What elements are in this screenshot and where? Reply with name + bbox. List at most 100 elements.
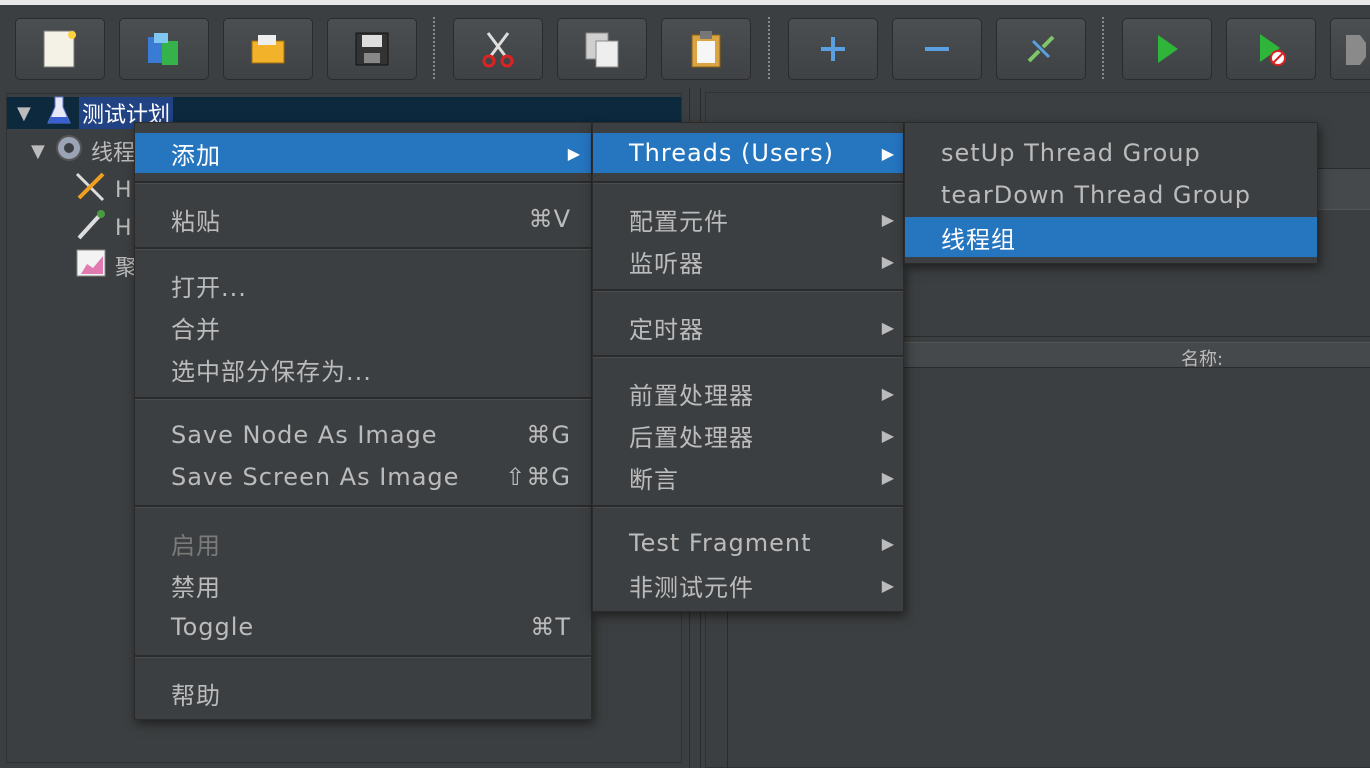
tree-node-label: H xyxy=(115,177,132,203)
menu-item-timer[interactable]: 定时器 ▶ xyxy=(593,307,903,347)
templates-button[interactable] xyxy=(119,18,209,80)
tree-node-label: H xyxy=(115,215,132,241)
menu-item-label: Save Node As Image xyxy=(171,421,438,449)
tree-node-aggregate-report[interactable]: 聚 xyxy=(73,249,137,282)
submenu-arrow-icon: ▶ xyxy=(881,317,895,337)
menu-item-label: 后置处理器 xyxy=(629,423,754,452)
menu-item-disable[interactable]: 禁用 xyxy=(135,565,591,605)
expand-triangle-icon[interactable]: ▼ xyxy=(31,141,53,162)
menu-item-label: 线程组 xyxy=(941,225,1016,254)
menu-item-add[interactable]: 添加 ▶ xyxy=(135,133,591,173)
menu-item-thread-group[interactable]: 线程组 xyxy=(905,217,1317,257)
menu-item-threads[interactable]: Threads (Users) ▶ xyxy=(593,133,903,173)
submenu-arrow-icon: ▶ xyxy=(881,575,895,595)
copy-icon xyxy=(582,29,622,69)
threads-submenu: setUp Thread Group tearDown Thread Group… xyxy=(904,122,1318,264)
stop-icon xyxy=(1336,31,1366,67)
pipette-icon xyxy=(73,208,109,248)
submenu-arrow-icon: ▶ xyxy=(567,143,581,163)
menu-item-help[interactable]: 帮助 xyxy=(135,673,591,713)
paste-icon xyxy=(688,29,724,69)
menu-item-shortcut: ⌘G xyxy=(526,421,571,449)
wrench-icon xyxy=(73,170,109,210)
menu-item-test-fragment[interactable]: Test Fragment ▶ xyxy=(593,523,903,563)
open-button[interactable] xyxy=(223,18,313,80)
menu-item-post-processor[interactable]: 后置处理器 ▶ xyxy=(593,415,903,455)
menu-item-label: setUp Thread Group xyxy=(941,139,1201,167)
menu-item-merge[interactable]: 合并 xyxy=(135,307,591,347)
paste-button[interactable] xyxy=(661,18,751,80)
start-button[interactable] xyxy=(1122,18,1212,80)
toggle-button[interactable] xyxy=(996,18,1086,80)
menu-item-label: 监听器 xyxy=(629,249,704,278)
menu-item-label: 打开... xyxy=(171,273,247,302)
tree-node-thread-group[interactable]: ▼ 线程 xyxy=(31,135,135,167)
menu-item-label: 合并 xyxy=(171,315,221,344)
menu-item-toggle[interactable]: Toggle ⌘T xyxy=(135,607,591,647)
expand-triangle-icon[interactable]: ▼ xyxy=(17,103,39,124)
menu-item-save-selection-as[interactable]: 选中部分保存为... xyxy=(135,349,591,389)
cut-button[interactable] xyxy=(453,18,543,80)
menu-item-label: 选中部分保存为... xyxy=(171,357,372,386)
stop-button[interactable] xyxy=(1330,18,1370,80)
name-bar xyxy=(901,342,1370,368)
menu-item-label: Toggle xyxy=(171,613,255,641)
menu-separator xyxy=(593,289,903,292)
submenu-arrow-icon: ▶ xyxy=(881,251,895,271)
menu-item-open[interactable]: 打开... xyxy=(135,265,591,305)
collapse-all-button[interactable] xyxy=(892,18,982,80)
menu-separator xyxy=(593,355,903,358)
beaker-icon xyxy=(47,95,71,131)
menu-item-non-test-element[interactable]: 非测试元件 ▶ xyxy=(593,565,903,605)
menu-item-enable: 启用 xyxy=(135,523,591,563)
menu-item-label: 帮助 xyxy=(171,681,221,710)
open-icon xyxy=(248,31,288,67)
submenu-arrow-icon: ▶ xyxy=(881,143,895,163)
tree-node-http-defaults[interactable]: H xyxy=(73,172,132,206)
menu-item-pre-processor[interactable]: 前置处理器 ▶ xyxy=(593,373,903,413)
menu-item-label: 添加 xyxy=(171,141,221,170)
menu-item-label: tearDown Thread Group xyxy=(941,181,1251,209)
start-no-pause-icon xyxy=(1254,30,1288,68)
menu-item-label: Test Fragment xyxy=(629,529,812,557)
menu-item-config-element[interactable]: 配置元件 ▶ xyxy=(593,199,903,239)
menu-item-listener[interactable]: 监听器 ▶ xyxy=(593,241,903,281)
menu-item-setup-thread-group[interactable]: setUp Thread Group xyxy=(905,133,1317,173)
copy-button[interactable] xyxy=(557,18,647,80)
start-no-pause-button[interactable] xyxy=(1226,18,1316,80)
new-icon xyxy=(42,29,78,69)
menu-item-label: 粘贴 xyxy=(171,207,221,236)
submenu-arrow-icon: ▶ xyxy=(881,209,895,229)
context-menu: 添加 ▶ 粘贴 ⌘V 打开... 合并 选中部分保存为... Save Node… xyxy=(134,122,592,720)
tree-node-http-request[interactable]: H xyxy=(73,210,132,244)
submenu-arrow-icon: ▶ xyxy=(881,467,895,487)
save-icon xyxy=(354,31,390,67)
menu-item-label: Save Screen As Image xyxy=(171,463,460,491)
start-icon xyxy=(1152,31,1182,67)
submenu-arrow-icon: ▶ xyxy=(881,425,895,445)
menu-separator xyxy=(593,181,903,184)
name-label: 名称: xyxy=(1181,349,1224,370)
menu-separator xyxy=(135,181,591,184)
menu-item-paste[interactable]: 粘贴 ⌘V xyxy=(135,199,591,239)
menu-item-save-node-as-image[interactable]: Save Node As Image ⌘G xyxy=(135,415,591,455)
menu-item-shortcut: ⌘V xyxy=(528,205,571,233)
menu-item-assertion[interactable]: 断言 ▶ xyxy=(593,457,903,497)
submenu-arrow-icon: ▶ xyxy=(881,383,895,403)
menu-item-teardown-thread-group[interactable]: tearDown Thread Group xyxy=(905,175,1317,215)
menu-separator xyxy=(593,505,903,508)
toolbar xyxy=(0,0,1370,88)
menu-item-label: 禁用 xyxy=(171,573,221,602)
toggle-icon xyxy=(1023,31,1059,67)
menu-item-label: 前置处理器 xyxy=(629,381,754,410)
save-button[interactable] xyxy=(327,18,417,80)
menu-item-label: 启用 xyxy=(171,531,221,560)
menu-item-label: 非测试元件 xyxy=(629,573,754,602)
new-button[interactable] xyxy=(15,18,105,80)
menu-item-label: 配置元件 xyxy=(629,207,729,236)
menu-item-save-screen-as-image[interactable]: Save Screen As Image ⇧⌘G xyxy=(135,457,591,497)
collapse-icon xyxy=(922,34,952,64)
expand-all-button[interactable] xyxy=(788,18,878,80)
gear-icon xyxy=(53,132,85,170)
submenu-arrow-icon: ▶ xyxy=(881,533,895,553)
